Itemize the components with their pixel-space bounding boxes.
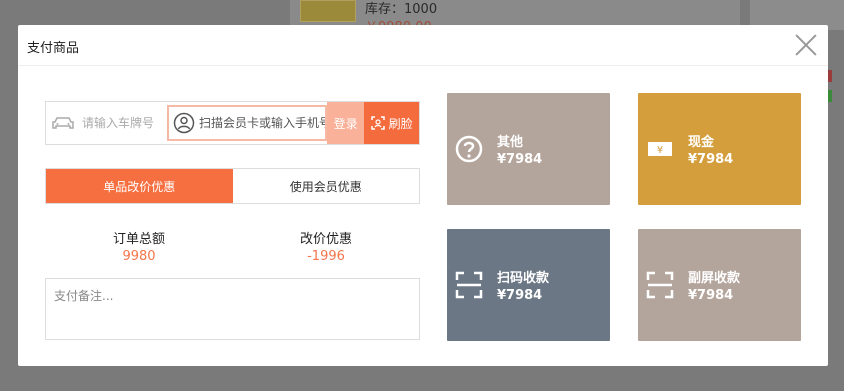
price-discount: 改价优惠 -1996 [256, 228, 396, 264]
order-total-label: 订单总额 [112, 232, 165, 247]
car-icon [52, 117, 74, 129]
scan-icon [455, 271, 483, 299]
background-product-thumb [300, 0, 356, 22]
price-discount-value: -1996 [307, 249, 345, 264]
pay-scan-name: 扫码收款 [497, 271, 550, 286]
pay-second-screen-name: 副屏收款 [688, 271, 741, 286]
order-total-value: 9980 [122, 249, 156, 264]
face-scan-label: 刷脸 [388, 116, 413, 131]
tab-member-discount[interactable]: 使用会员优惠 [233, 169, 420, 203]
user-icon [173, 112, 195, 134]
pay-other-name: 其他 [497, 135, 524, 150]
close-icon[interactable] [792, 31, 820, 59]
pay-cash-name: 现金 [688, 135, 715, 150]
plate-number-input[interactable] [82, 116, 166, 130]
modal-header: 支付商品 [18, 25, 828, 66]
background-stock-text: 库存：1000 [365, 2, 438, 17]
face-scan-icon [370, 116, 385, 130]
pay-other-tile[interactable]: 其他 ¥7984 [447, 93, 610, 205]
question-icon [455, 135, 483, 163]
scan-icon [646, 271, 674, 299]
login-button[interactable]: 登录 [327, 102, 365, 144]
payment-modal: 支付商品 登录 刷脸 [18, 25, 828, 366]
modal-title: 支付商品 [27, 41, 80, 56]
tab-item-price-discount[interactable]: 单品改价优惠 [46, 169, 233, 203]
pay-cash-tile[interactable]: ¥ 现金 ¥7984 [638, 93, 801, 205]
member-field-wrapper [167, 105, 327, 141]
pay-cash-amount: ¥7984 [688, 152, 734, 167]
pay-scan-tile[interactable]: 扫码收款 ¥7984 [447, 229, 610, 341]
svg-text:¥: ¥ [657, 145, 663, 156]
pay-second-screen-tile[interactable]: 副屏收款 ¥7984 [638, 229, 801, 341]
plate-field-wrapper [46, 102, 166, 144]
pay-scan-amount: ¥7984 [497, 288, 543, 303]
member-input-row: 登录 刷脸 [45, 101, 420, 145]
member-search-input[interactable] [199, 116, 325, 130]
payment-note-input[interactable] [45, 278, 420, 340]
price-discount-label: 改价优惠 [299, 232, 352, 247]
order-total: 订单总额 9980 [69, 228, 209, 264]
cash-icon: ¥ [648, 142, 672, 156]
order-summary: 订单总额 9980 改价优惠 -1996 [45, 228, 420, 268]
pay-second-screen-amount: ¥7984 [688, 288, 734, 303]
face-scan-button[interactable]: 刷脸 [364, 102, 419, 144]
discount-tabs: 单品改价优惠 使用会员优惠 [45, 168, 420, 204]
pay-other-amount: ¥7984 [497, 152, 543, 167]
